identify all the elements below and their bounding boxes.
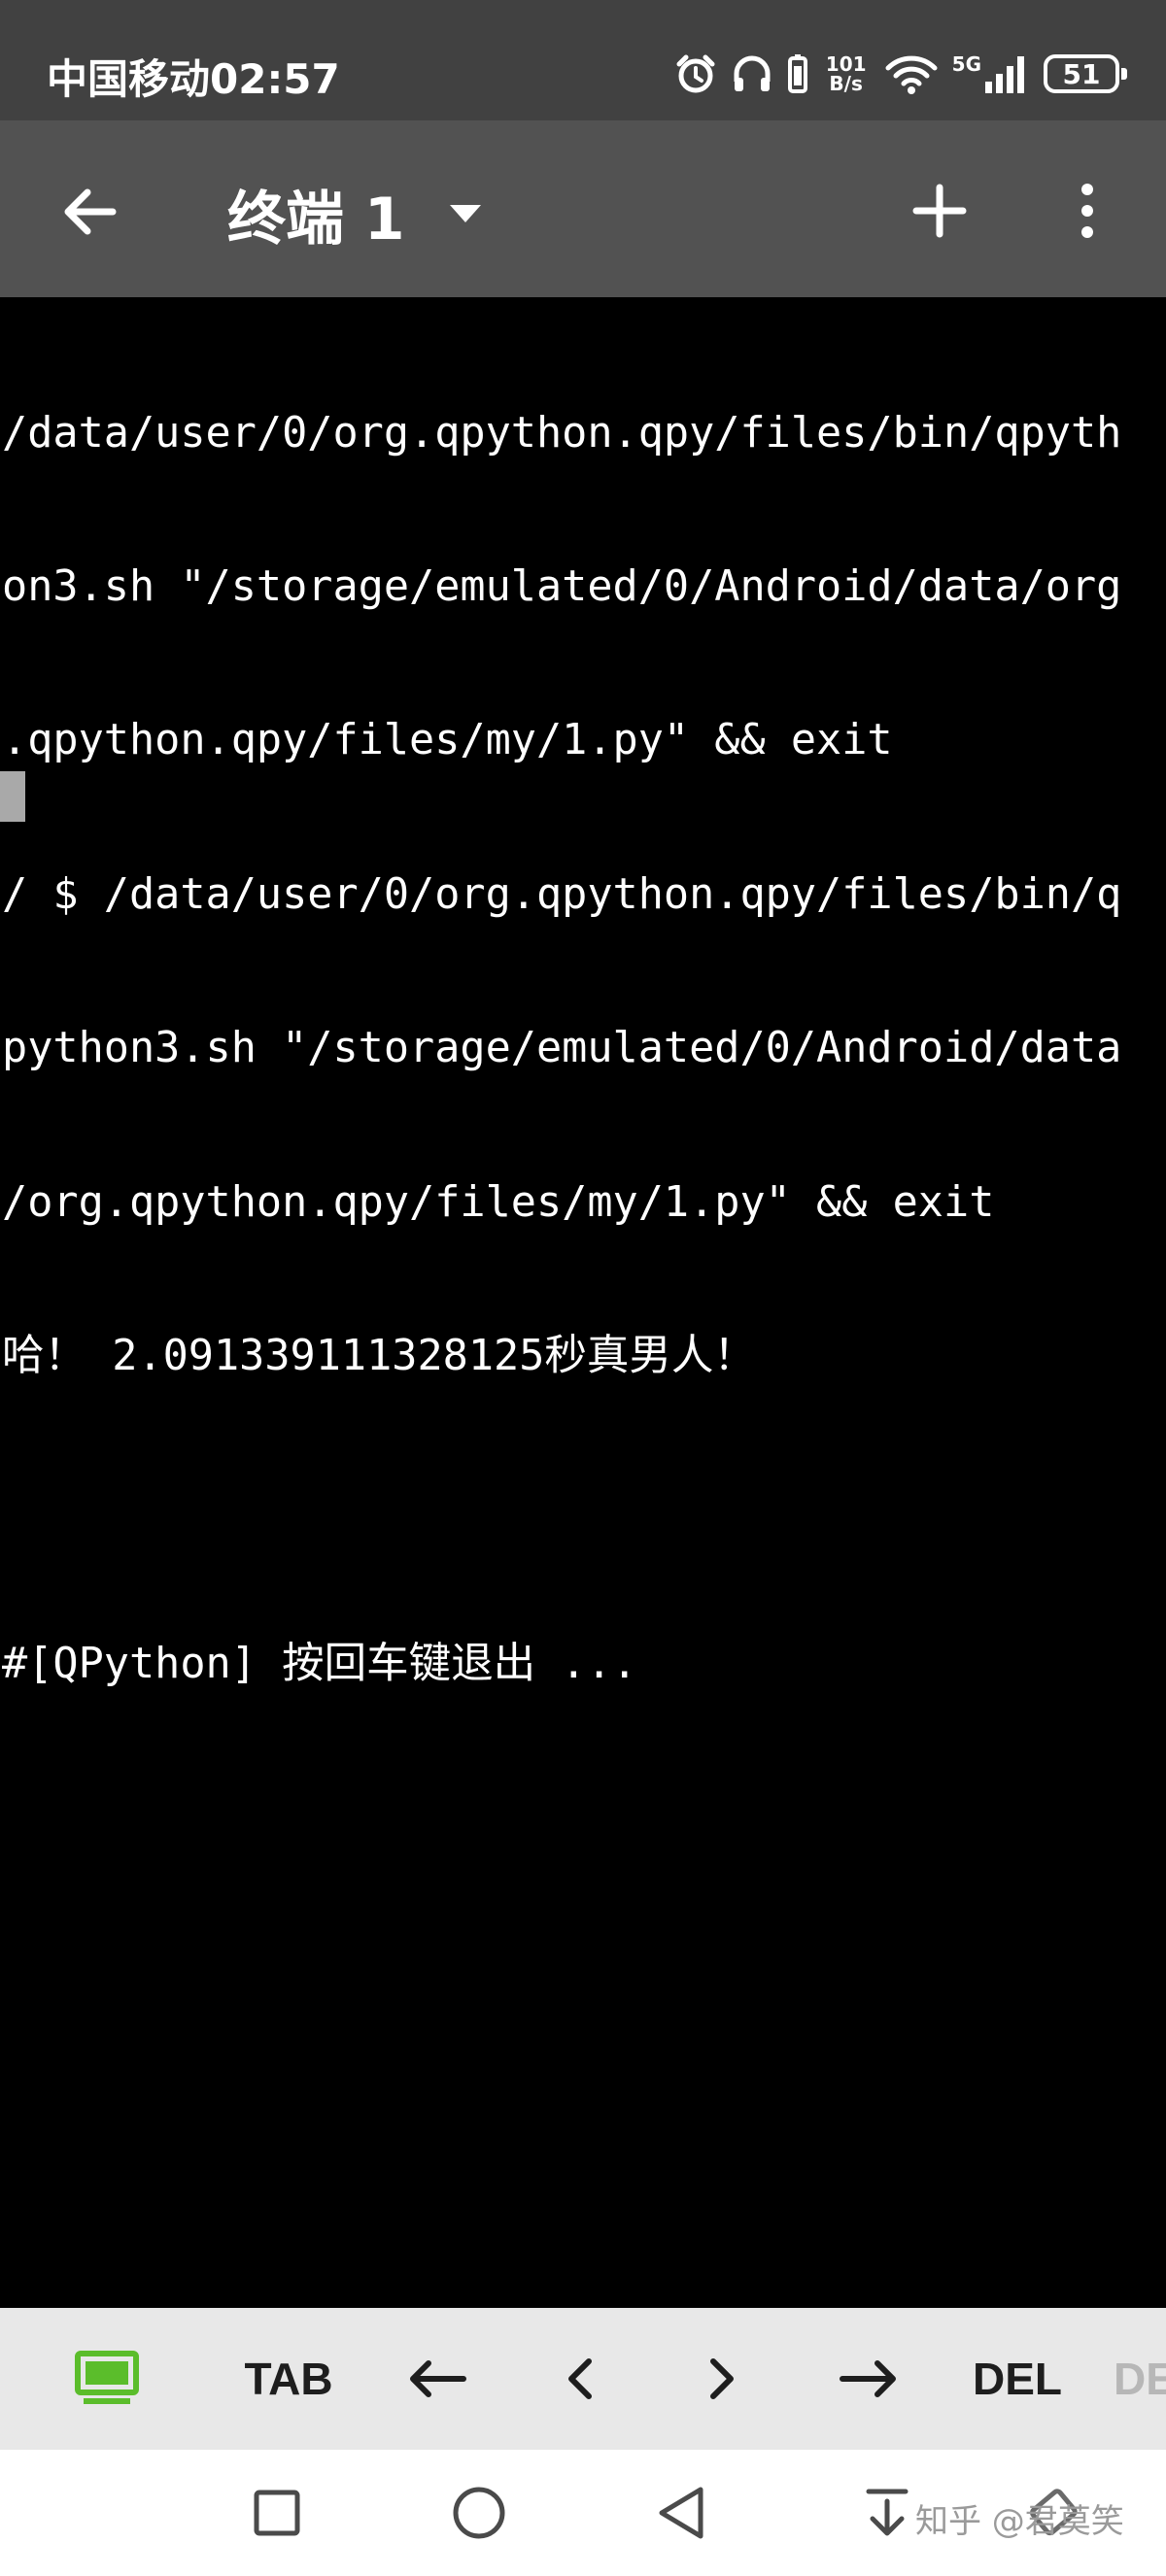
- recents-button[interactable]: [233, 2469, 321, 2557]
- terminal-line: /org.qpython.qpy/files/my/1.py" && exit: [2, 1177, 995, 1227]
- home-circle-icon: [453, 2487, 505, 2539]
- terminal-output[interactable]: /data/user/0/org.qpython.qpy/files/bin/q…: [0, 297, 1166, 2308]
- home-button[interactable]: [435, 2469, 523, 2557]
- more-vert-icon: [1081, 184, 1093, 238]
- terminal-lines: /data/user/0/org.qpython.qpy/files/bin/q…: [2, 305, 1121, 1792]
- dropdown-icon: [449, 205, 481, 222]
- wifi-icon: [885, 55, 938, 94]
- add-session-button[interactable]: [898, 169, 981, 253]
- back-arrow-icon: [64, 188, 117, 235]
- terminal-line: python3.sh "/storage/emulated/0/Android/…: [2, 1024, 1122, 1073]
- terminal-line: / $ /data/user/0/org.qpython.qpy/files/b…: [2, 869, 1122, 919]
- collapse-down-icon: [866, 2489, 909, 2536]
- chevron-right-icon: [710, 2358, 734, 2399]
- terminal-line: #[QPython] 按回车键退出 ...: [2, 1639, 637, 1688]
- session-selector[interactable]: 终端 1: [227, 175, 483, 254]
- net-speed-value: 101: [825, 52, 867, 76]
- alarm-icon: [676, 54, 715, 93]
- headphones-icon: [734, 55, 771, 91]
- terminal-line: .qpython.qpy/files/my/1.py" && exit: [2, 716, 893, 765]
- status-bar: 中国移动02:57 101 B/s 5G 51: [0, 0, 1166, 120]
- battery-icon: 51: [1044, 54, 1127, 93]
- signal-icon: 5G: [952, 54, 1030, 93]
- keyboard-icon: [75, 2351, 139, 2404]
- back-nav-button[interactable]: [637, 2469, 725, 2557]
- arrow-right-key[interactable]: [820, 2308, 917, 2450]
- watermark: 知乎 @君莫笑: [915, 2502, 1124, 2541]
- page-title: 终端 1: [227, 185, 405, 254]
- long-left-arrow-icon: [410, 2360, 466, 2397]
- add-icon: [912, 184, 967, 238]
- terminal-line: 哈！ 2.091339111328125秒真男人！: [2, 1331, 756, 1380]
- del-key-partial[interactable]: DE: [1114, 2308, 1166, 2450]
- greater-than-key[interactable]: [684, 2308, 762, 2450]
- terminal-line: /data/user/0/org.qpython.qpy/files/bin/q…: [2, 408, 1122, 458]
- extra-keys-bar: TAB DEL DE ← < > →: [0, 2308, 1166, 2450]
- net-speed-unit: B/s: [829, 72, 863, 95]
- terminal-line: on3.sh "/storage/emulated/0/Android/data…: [2, 561, 1122, 611]
- long-right-arrow-icon: [840, 2360, 896, 2397]
- carrier-time: 中国移动02:57: [47, 55, 340, 103]
- back-triangle-icon: [659, 2487, 703, 2539]
- navigation-bar: 知乎 @君莫笑: [0, 2450, 1166, 2576]
- recents-square-icon: [254, 2490, 300, 2536]
- del-key[interactable]: DEL: [964, 2308, 1071, 2450]
- chevron-left-icon: [568, 2358, 592, 2399]
- tab-key[interactable]: TAB: [229, 2308, 348, 2450]
- status-icons: 101 B/s 5G 51: [674, 45, 1127, 103]
- signal-label: 5G: [951, 52, 981, 76]
- app-bar: 终端 1: [0, 120, 1166, 297]
- screen: 中国移动02:57 101 B/s 5G 51 终端 1 /data/user/…: [0, 0, 1166, 2576]
- net-speed: 101 B/s: [822, 54, 871, 93]
- less-than-key[interactable]: [540, 2308, 618, 2450]
- keyboard-toggle-button[interactable]: [58, 2308, 155, 2450]
- battery-level: 51: [1062, 57, 1101, 90]
- more-options-button[interactable]: [1051, 169, 1123, 253]
- terminal-cursor: [0, 771, 25, 822]
- arrow-left-key[interactable]: [389, 2308, 486, 2450]
- vibrate-icon: [787, 54, 807, 93]
- back-button[interactable]: [51, 173, 128, 251]
